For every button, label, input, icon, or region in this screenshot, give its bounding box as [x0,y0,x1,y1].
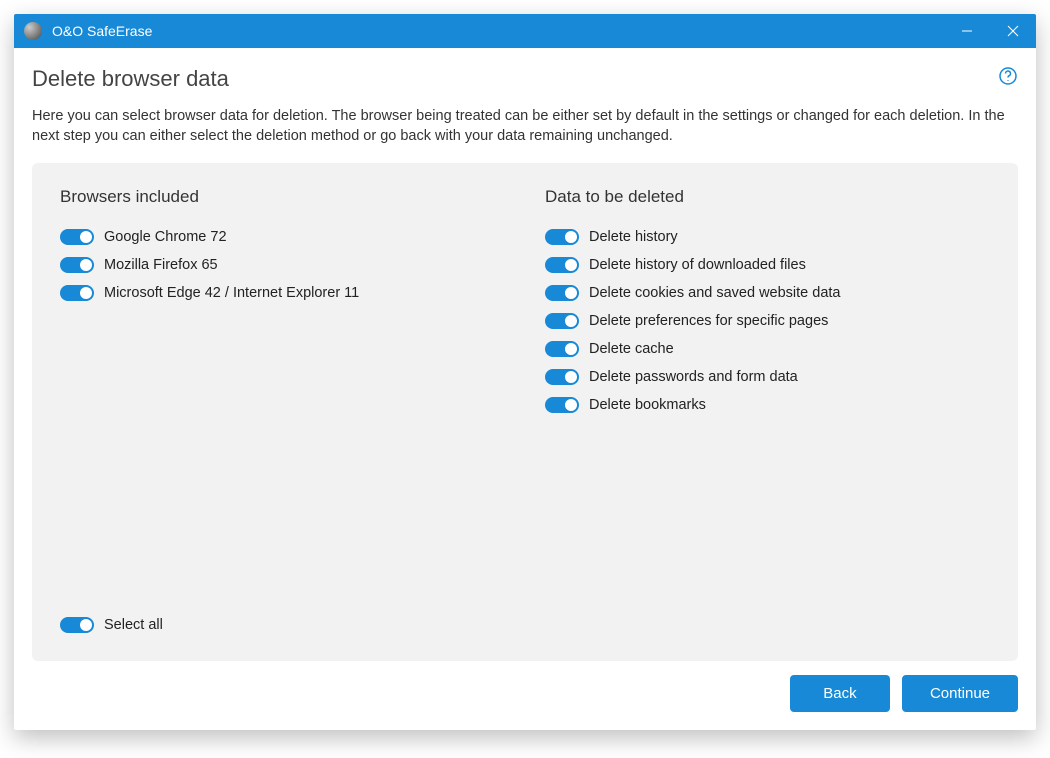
data-item-row: Delete preferences for specific pages [545,313,990,329]
browser-item-row: Google Chrome 72 [60,229,505,245]
select-all-label: Select all [104,617,163,633]
data-item-toggle[interactable] [545,313,579,329]
browsers-column: Browsers included Google Chrome 72 Mozill… [60,187,505,609]
data-item-row: Delete history [545,229,990,245]
app-title: O&O SafeErase [52,23,944,39]
browser-item-toggle[interactable] [60,257,94,273]
select-all-row: Select all [60,617,163,633]
data-item-toggle[interactable] [545,229,579,245]
data-item-row: Delete bookmarks [545,397,990,413]
data-item-row: Delete cookies and saved website data [545,285,990,301]
content-area: Delete browser data Here you can select … [14,48,1036,730]
data-item-label: Delete history [589,229,678,245]
browser-item-label: Microsoft Edge 42 / Internet Explorer 11 [104,285,359,301]
data-item-row: Delete history of downloaded files [545,257,990,273]
options-panel: Browsers included Google Chrome 72 Mozill… [32,163,1018,661]
button-row: Back Continue [32,675,1018,712]
data-item-label: Delete preferences for specific pages [589,313,828,329]
data-item-label: Delete cache [589,341,674,357]
data-item-toggle[interactable] [545,341,579,357]
minimize-icon [961,25,973,37]
minimize-button[interactable] [944,14,990,48]
help-icon [998,66,1018,86]
data-item-toggle[interactable] [545,285,579,301]
data-heading: Data to be deleted [545,187,990,207]
browser-item-label: Google Chrome 72 [104,229,227,245]
app-window: O&O SafeErase Delete browser data Here y… [14,14,1036,730]
titlebar: O&O SafeErase [14,14,1036,48]
browsers-heading: Browsers included [60,187,505,207]
data-item-toggle[interactable] [545,257,579,273]
data-item-toggle[interactable] [545,369,579,385]
data-item-label: Delete history of downloaded files [589,257,806,273]
select-all-toggle[interactable] [60,617,94,633]
app-icon [24,22,42,40]
browser-item-row: Microsoft Edge 42 / Internet Explorer 11 [60,285,505,301]
panel-footer: Select all [60,609,990,645]
close-button[interactable] [990,14,1036,48]
page-title: Delete browser data [32,66,229,92]
data-item-label: Delete bookmarks [589,397,706,413]
back-button[interactable]: Back [790,675,890,712]
browser-item-row: Mozilla Firefox 65 [60,257,505,273]
continue-button[interactable]: Continue [902,675,1018,712]
data-item-row: Delete passwords and form data [545,369,990,385]
data-item-label: Delete cookies and saved website data [589,285,841,301]
page-description: Here you can select browser data for del… [32,106,1018,147]
page-header: Delete browser data [32,66,1018,92]
browser-item-toggle[interactable] [60,285,94,301]
data-column: Data to be deleted Delete history Delete … [545,187,990,609]
data-item-label: Delete passwords and form data [589,369,798,385]
columns: Browsers included Google Chrome 72 Mozill… [60,187,990,609]
help-button[interactable] [998,66,1018,91]
browser-item-toggle[interactable] [60,229,94,245]
data-item-row: Delete cache [545,341,990,357]
browser-item-label: Mozilla Firefox 65 [104,257,218,273]
close-icon [1007,25,1019,37]
data-item-toggle[interactable] [545,397,579,413]
